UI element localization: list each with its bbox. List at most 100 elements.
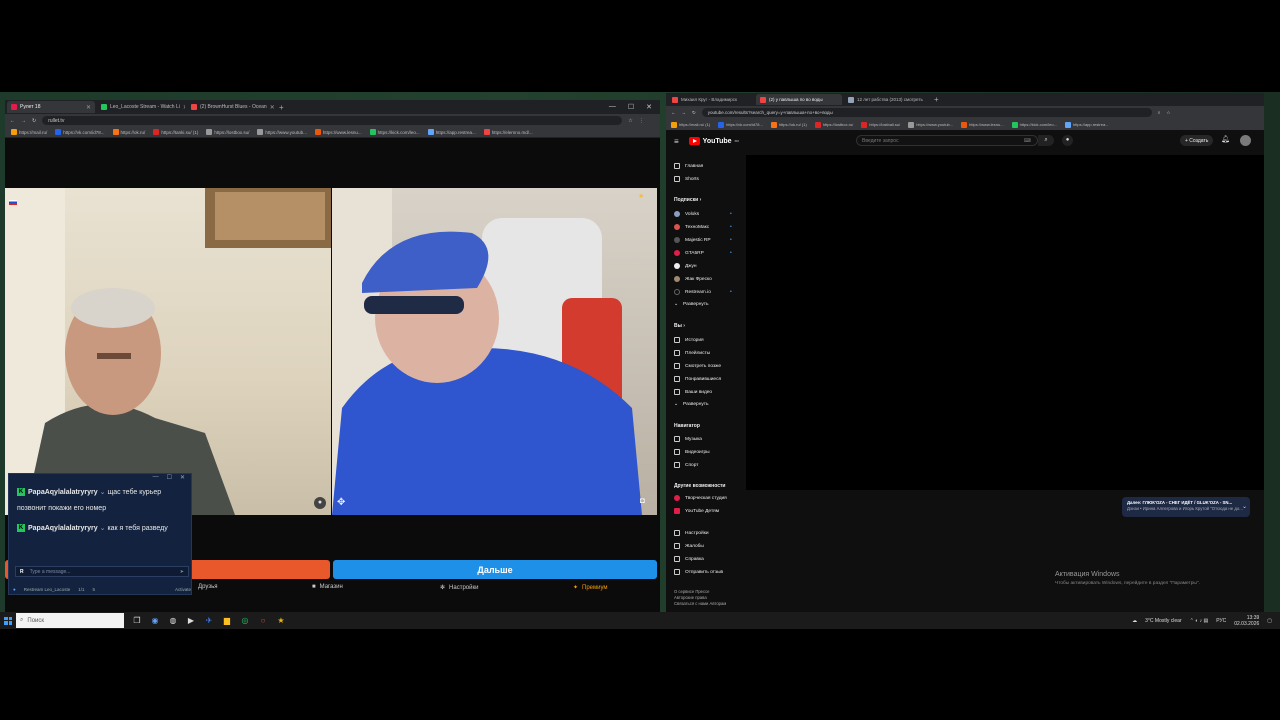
sidebar-item-home[interactable]: Главная (674, 163, 703, 169)
sidebar-item-gaming[interactable]: Видеоигры (674, 449, 710, 455)
maximize-icon[interactable]: ☐ (167, 474, 172, 483)
left-url-field[interactable]: rullet.tv (42, 116, 623, 125)
search-icon[interactable]: ⌕ (1038, 135, 1054, 146)
notification-icon[interactable]: ▢ (1267, 618, 1272, 624)
bookmark-item[interactable]: https://kick.com/leo... (369, 129, 420, 135)
bookmark-item[interactable]: https://app.restrea... (1064, 121, 1109, 128)
reload-icon[interactable]: ↻ (692, 110, 696, 116)
weather-icon[interactable]: ☁ (1132, 618, 1137, 624)
sidebar-item-settings[interactable]: Настройки (674, 530, 709, 536)
youtube-logo[interactable]: YouTube RU (688, 137, 739, 145)
left-tab-1[interactable]: Leo_Lacoste Stream - Watch Li ✕ (97, 101, 185, 113)
bookmark-item[interactable]: https://app.restrea... (427, 129, 476, 135)
sidebar-sub-item[interactable]: Джун (674, 263, 697, 269)
sidebar-sub-item[interactable]: Majestic RP (674, 237, 711, 243)
app-icon[interactable]: ★ (272, 612, 290, 629)
close-icon[interactable]: ✕ (270, 104, 275, 111)
explorer-icon[interactable]: ▆ (218, 612, 236, 629)
bookmark-item[interactable]: https://ok.ru/ (1) (770, 121, 807, 128)
sidebar-sub-item[interactable]: Voloks (674, 211, 699, 217)
sidebar-sub-item[interactable]: Жак Фреско (674, 276, 712, 282)
sidebar-item-feedback[interactable]: Отправить отзыв (674, 569, 723, 575)
bookmark-item[interactable]: https://elernno.md/... (483, 129, 533, 135)
sidebar-item-help[interactable]: Справка (674, 556, 704, 562)
weather-text[interactable]: 3°C Mostly clear (1145, 618, 1181, 624)
minimize-icon[interactable]: — (609, 103, 616, 111)
user-icon[interactable]: ● (314, 497, 326, 509)
bookmark-item[interactable]: https://tanki.su/ (1) (153, 129, 198, 135)
sidebar-expand-subs[interactable]: ⌄ Развернуть (674, 302, 708, 307)
bookmark-item[interactable]: https://lostbali.su/ (861, 121, 900, 128)
forward-icon[interactable]: → (682, 110, 687, 115)
new-tab-icon[interactable]: + (279, 103, 284, 112)
taskbar-search[interactable]: ⌕ Поиск (16, 613, 124, 628)
sidebar-item-sport[interactable]: Спорт (674, 462, 699, 468)
keyboard-icon[interactable]: ⌨ (1024, 138, 1031, 144)
left-tab-2[interactable]: (2) BrownHurst Blues - Ocean ✕ (187, 101, 275, 113)
close-icon[interactable]: ✕ (183, 104, 185, 111)
bookmark-item[interactable]: https://ok.ru/ (112, 129, 145, 135)
sidebar-item-studio[interactable]: Творческая студия (674, 495, 727, 501)
start-button[interactable] (0, 612, 16, 629)
right-url-field[interactable]: youtube.com/results?search_query=у+павлы… (701, 108, 1152, 117)
footer-link[interactable]: Связаться с нами Авторам (674, 601, 726, 607)
sidebar-item-music[interactable]: Музыка (674, 436, 702, 442)
language-indicator[interactable]: РУС (1216, 618, 1226, 624)
bookmark-item[interactable]: https://www.youtub... (908, 121, 953, 128)
clock[interactable]: 13:39 02.03.2026 (1234, 615, 1259, 627)
media-icon[interactable]: ▶ (182, 612, 200, 629)
right-tab-2[interactable]: 12 лет рабства (2013) смотреть (844, 94, 930, 105)
send-icon[interactable]: ➤ (180, 569, 184, 575)
next-button[interactable]: Дальше (333, 560, 657, 579)
star-icon[interactable]: ☆ (628, 118, 632, 124)
nav-friends[interactable]: Друзья (198, 584, 217, 590)
star-icon[interactable]: ☆ (1166, 110, 1170, 116)
youtube-search-input[interactable]: Введите запрос ⌨ (856, 135, 1038, 146)
swap-icon[interactable]: ✥ (337, 497, 345, 508)
you-heading[interactable]: Вы › (674, 323, 685, 329)
sidebar-sub-item[interactable]: Restream.io (674, 289, 711, 295)
telegram-icon[interactable]: ✈ (200, 612, 218, 629)
forward-icon[interactable]: → (21, 118, 26, 124)
camera-icon[interactable]: ◘ (640, 496, 645, 505)
maximize-icon[interactable]: ☐ (628, 103, 634, 111)
extensions-icon[interactable]: ⋮ (639, 118, 644, 124)
mic-icon[interactable]: ● (1062, 135, 1073, 146)
bookmark-item[interactable]: https://mail.ru/ (1) (671, 121, 710, 128)
opera-icon[interactable]: ○ (254, 612, 272, 629)
sidebar-item-reports[interactable]: Жалобы (674, 543, 704, 549)
chat-username[interactable]: PapaAqylalalatryryry (28, 489, 98, 496)
sidebar-item-kids[interactable]: YouTube Детям (674, 508, 719, 514)
nav-premium[interactable]: ✦ Премиум (573, 584, 608, 592)
zoom-icon[interactable]: ⌕ (1158, 110, 1161, 115)
chat-input[interactable]: R Type a message... ➤ (15, 566, 189, 577)
subscriptions-heading[interactable]: Подписки › (674, 197, 701, 203)
minimize-icon[interactable]: — (153, 474, 159, 483)
right-tab-0[interactable]: Михаил Круг - Владимирск (668, 94, 754, 105)
bookmark-item[interactable]: https://kick.com/leo... (1011, 121, 1057, 128)
chevron-down-icon[interactable]: ⌄ (1242, 503, 1247, 510)
sidebar-item-liked[interactable]: Понравившиеся (674, 376, 721, 382)
bookmark-item[interactable]: https://mail.ru/ (11, 129, 47, 135)
tray-icons[interactable]: ⌃ ◐ ♪ ▤ (1190, 618, 1209, 624)
bookmark-item[interactable]: https://www.lesnu... (961, 121, 1004, 128)
bookmark-item[interactable]: https://www.youtub... (257, 129, 307, 135)
avatar[interactable] (1240, 135, 1251, 146)
activate-button[interactable]: Activate (175, 587, 191, 592)
close-icon[interactable]: ✕ (180, 474, 185, 483)
nav-settings[interactable]: ✻ Настройки (440, 584, 478, 592)
back-icon[interactable]: ← (10, 118, 15, 124)
bookmark-item[interactable]: https://vk.com/id78... (718, 121, 763, 128)
create-button[interactable]: + Создать (1180, 135, 1214, 146)
sidebar-item-playlists[interactable]: Плейлисты (674, 350, 710, 356)
bookmark-item[interactable]: https://lostbox.ru/ (814, 121, 853, 128)
sidebar-item-your-videos[interactable]: Ваши видео (674, 389, 712, 395)
up-next-toast[interactable]: Далее: ГЛЮК'OZA - СНЕГ ИДЁТ / GLUK'OZA -… (1122, 497, 1250, 517)
sidebar-expand-you[interactable]: ⌄ Развернуть (674, 402, 708, 407)
reload-icon[interactable]: ↻ (32, 118, 36, 124)
back-icon[interactable]: ← (671, 110, 676, 115)
bell-icon[interactable]: 🔔︎ (1221, 135, 1230, 143)
bookmark-item[interactable]: https://www.lesnu... (314, 129, 362, 135)
sidebar-item-shorts[interactable]: Shorts (674, 176, 699, 182)
sidebar-item-watch-later[interactable]: Смотреть позже (674, 363, 721, 369)
